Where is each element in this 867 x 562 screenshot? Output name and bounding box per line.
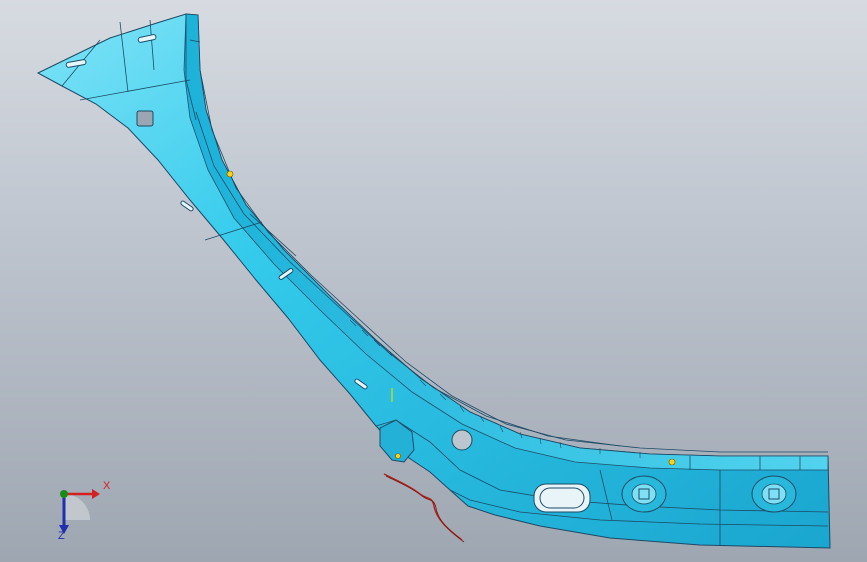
z-axis-label: Z: [58, 530, 65, 542]
3d-viewport[interactable]: [0, 0, 867, 562]
marker-point[interactable]: [668, 458, 676, 466]
coordinate-triad: X Y Z: [40, 478, 120, 548]
fastener-boss-1[interactable]: [621, 475, 667, 513]
marker-point[interactable]: [226, 170, 234, 178]
fastener-boss-2[interactable]: [751, 475, 797, 513]
y-axis-dot: [60, 490, 68, 498]
model-canvas[interactable]: [0, 0, 867, 562]
x-axis-label: X: [103, 480, 111, 492]
pillar-part[interactable]: [36, 13, 831, 549]
marker-point[interactable]: [395, 453, 401, 459]
